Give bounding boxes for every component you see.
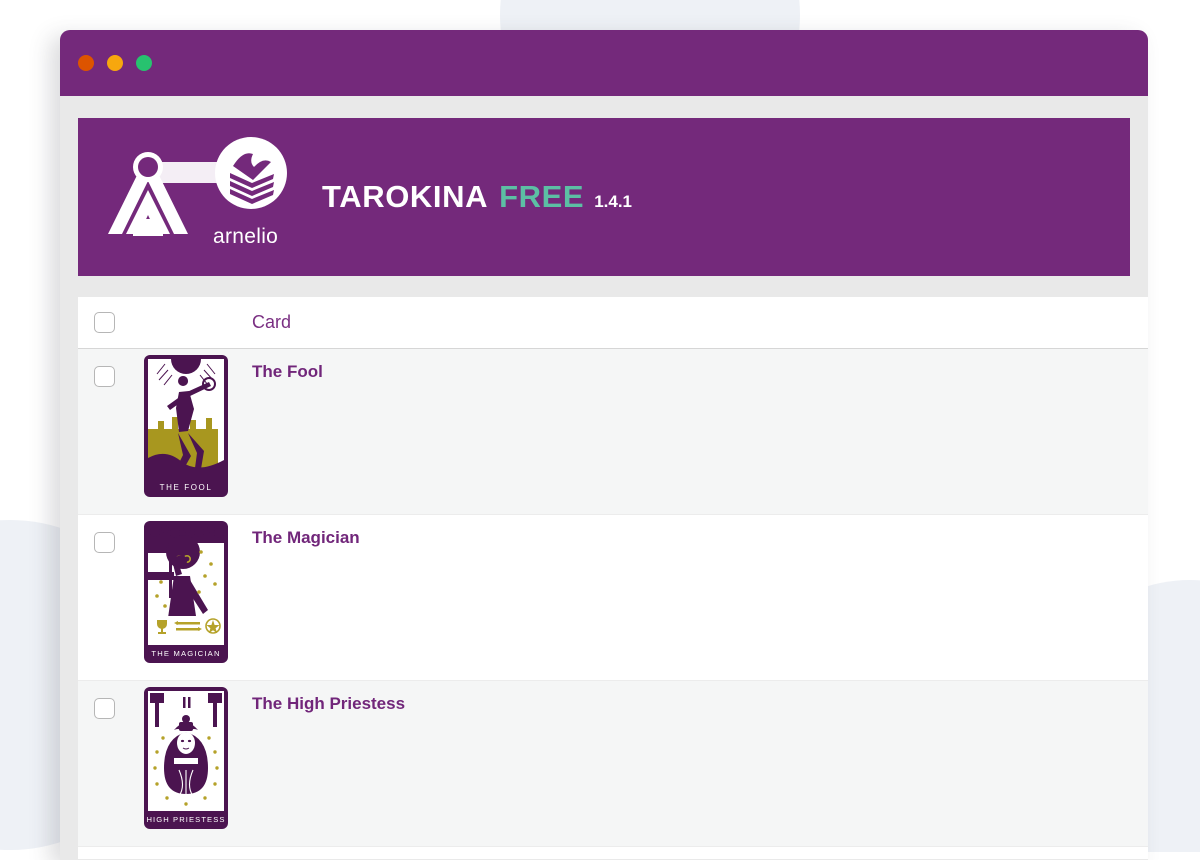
table-row[interactable]: THE MAGICIAN The Magician xyxy=(78,515,1148,681)
card-title-the-fool[interactable]: The Fool xyxy=(252,362,323,381)
browser-window: arnelio TAROKINA FREE 1.4.1 Card THE FOO… xyxy=(60,30,1148,860)
banner-container: arnelio TAROKINA FREE 1.4.1 xyxy=(60,96,1148,276)
svg-text:HIGH PRIESTESS: HIGH PRIESTESS xyxy=(146,815,225,824)
row-thumb-cell: THE FOOL xyxy=(131,349,241,498)
row-name-cell: The Fool xyxy=(241,349,1148,382)
row-name-cell: The Magician xyxy=(241,515,1148,548)
product-edition: FREE xyxy=(499,179,585,214)
row-thumb-cell: HIGH PRIESTESS xyxy=(131,681,241,830)
header-card-cell[interactable]: Card xyxy=(241,312,1148,333)
header-select-cell xyxy=(78,312,131,333)
table-row[interactable]: HIGH PRIESTESS The High Priestess xyxy=(78,681,1148,847)
close-button[interactable] xyxy=(78,55,94,71)
window-content: arnelio TAROKINA FREE 1.4.1 Card THE FOO… xyxy=(60,96,1148,860)
the-high-priestess-card-thumbnail[interactable]: HIGH PRIESTESS xyxy=(143,686,229,830)
arnelio-wordmark: arnelio xyxy=(213,224,279,248)
tarokina-banner: arnelio TAROKINA FREE 1.4.1 xyxy=(78,118,1130,276)
card-title-the-magician[interactable]: The Magician xyxy=(252,528,360,547)
row-thumb-cell: THE MAGICIAN xyxy=(131,515,241,664)
row-checkbox-the-fool[interactable] xyxy=(94,366,115,387)
row-select-cell xyxy=(78,349,131,387)
header-thumb-cell xyxy=(131,320,241,325)
row-select-cell xyxy=(78,515,131,553)
minimize-button[interactable] xyxy=(107,55,123,71)
card-title-the-high-priestess[interactable]: The High Priestess xyxy=(252,694,405,713)
svg-text:THE FOOL: THE FOOL xyxy=(160,483,213,492)
column-header-card: Card xyxy=(252,312,292,332)
cards-table: Card THE FOOL The Fool THE MAGICIAN The … xyxy=(78,297,1148,859)
maximize-button[interactable] xyxy=(136,55,152,71)
table-header-row: Card xyxy=(78,297,1148,349)
banner-title-block: TAROKINA FREE 1.4.1 xyxy=(322,179,632,215)
the-fool-card-thumbnail[interactable]: THE FOOL xyxy=(143,354,229,498)
row-name-cell: The High Priestess xyxy=(241,681,1148,714)
select-all-checkbox[interactable] xyxy=(94,312,115,333)
row-select-cell xyxy=(78,681,131,719)
window-titlebar xyxy=(60,30,1148,96)
product-name: TAROKINA xyxy=(322,179,489,214)
svg-text:THE MAGICIAN: THE MAGICIAN xyxy=(151,649,220,658)
arnelio-logo: arnelio xyxy=(100,135,300,260)
the-magician-card-thumbnail[interactable]: THE MAGICIAN xyxy=(143,520,229,664)
product-version: 1.4.1 xyxy=(594,192,632,211)
row-checkbox-the-high-priestess[interactable] xyxy=(94,698,115,719)
row-checkbox-the-magician[interactable] xyxy=(94,532,115,553)
table-row[interactable]: THE FOOL The Fool xyxy=(78,349,1148,515)
